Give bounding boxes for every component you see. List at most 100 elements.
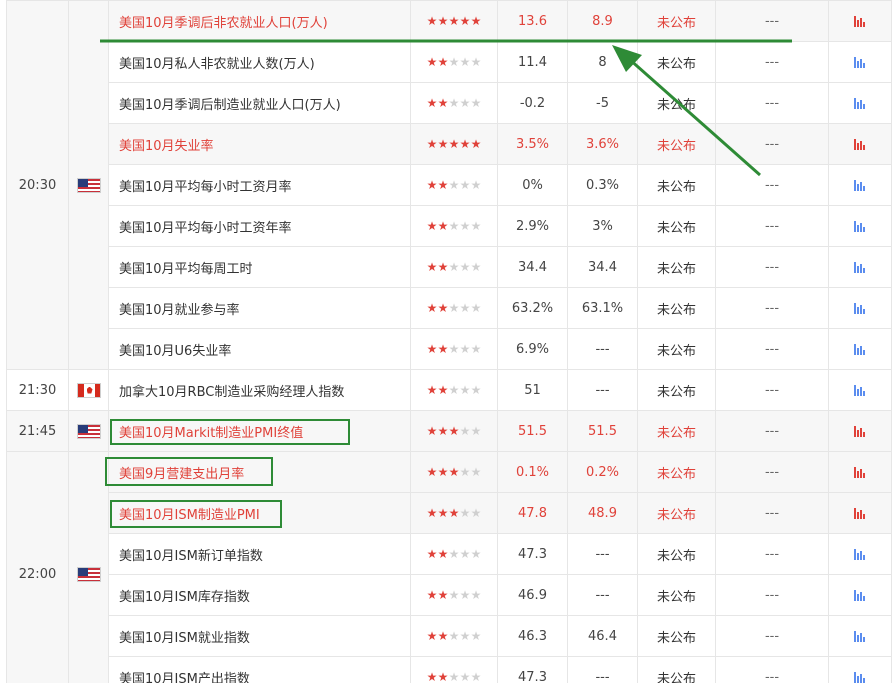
event-name[interactable]: 美国10月ISM产出指数 bbox=[108, 656, 411, 683]
event-name[interactable]: 美国10月ISM新订单指数 bbox=[108, 533, 411, 575]
event-name[interactable]: 美国10月私人非农就业人数(万人) bbox=[108, 41, 411, 83]
chart-cell[interactable] bbox=[828, 287, 892, 329]
star-icon: ★ bbox=[470, 55, 482, 69]
star-icon: ★ bbox=[426, 260, 438, 274]
star-icon: ★ bbox=[459, 465, 471, 479]
event-name[interactable]: 美国10月ISM就业指数 bbox=[108, 615, 411, 657]
event-name[interactable]: 美国10月失业率 bbox=[108, 123, 411, 165]
event-name[interactable]: 美国10月季调后非农就业人口(万人) bbox=[108, 0, 411, 42]
country-flag-cell bbox=[68, 369, 109, 411]
star-icon: ★ bbox=[448, 506, 460, 520]
actual-value: 未公布 bbox=[637, 205, 716, 247]
actual-value: 未公布 bbox=[637, 246, 716, 288]
star-icon: ★ bbox=[470, 547, 482, 561]
previous-value: 6.9% bbox=[497, 328, 568, 370]
bar-chart-icon[interactable] bbox=[854, 261, 866, 273]
country-flag-cell bbox=[68, 410, 109, 452]
previous-value: 47.8 bbox=[497, 492, 568, 534]
impact-value: --- bbox=[715, 328, 829, 370]
bar-chart-icon[interactable] bbox=[854, 179, 866, 191]
bar-chart-icon[interactable] bbox=[854, 302, 866, 314]
chart-cell[interactable] bbox=[828, 451, 892, 493]
chart-cell[interactable] bbox=[828, 328, 892, 370]
importance-stars: ★★★★★ bbox=[410, 656, 498, 683]
star-icon: ★ bbox=[459, 424, 471, 438]
bar-chart-icon[interactable] bbox=[854, 507, 866, 519]
chart-cell[interactable] bbox=[828, 492, 892, 534]
star-icon: ★ bbox=[448, 96, 460, 110]
previous-value: 46.9 bbox=[497, 574, 568, 616]
forecast-value: 51.5 bbox=[567, 410, 638, 452]
table-row: 美国10月平均每周工时 ★★★★★ 34.4 34.4 未公布 --- bbox=[7, 246, 892, 288]
previous-value: 0% bbox=[497, 164, 568, 206]
actual-value: 未公布 bbox=[637, 164, 716, 206]
event-name[interactable]: 加拿大10月RBC制造业采购经理人指数 bbox=[108, 369, 411, 411]
star-icon: ★ bbox=[459, 629, 471, 643]
bar-chart-icon[interactable] bbox=[854, 97, 866, 109]
impact-value: --- bbox=[715, 492, 829, 534]
chart-cell[interactable] bbox=[828, 615, 892, 657]
chart-cell[interactable] bbox=[828, 0, 892, 42]
star-icon: ★ bbox=[459, 588, 471, 602]
importance-stars: ★★★★★ bbox=[410, 205, 498, 247]
bar-chart-icon[interactable] bbox=[854, 138, 866, 150]
table-row: 美国10月ISM新订单指数 ★★★★★ 47.3 --- 未公布 --- bbox=[7, 533, 892, 575]
bar-chart-icon[interactable] bbox=[854, 671, 866, 683]
chart-cell[interactable] bbox=[828, 82, 892, 124]
star-icon: ★ bbox=[470, 465, 482, 479]
impact-value: --- bbox=[715, 410, 829, 452]
canada-flag-icon bbox=[76, 382, 101, 398]
star-icon: ★ bbox=[437, 506, 449, 520]
actual-value: 未公布 bbox=[637, 0, 716, 42]
event-name[interactable]: 美国10月平均每小时工资年率 bbox=[108, 205, 411, 247]
impact-value: --- bbox=[715, 123, 829, 165]
table-row: 美国10月就业参与率 ★★★★★ 63.2% 63.1% 未公布 --- bbox=[7, 287, 892, 329]
chart-cell[interactable] bbox=[828, 410, 892, 452]
chart-cell[interactable] bbox=[828, 656, 892, 683]
event-name[interactable]: 美国10月平均每周工时 bbox=[108, 246, 411, 288]
chart-cell[interactable] bbox=[828, 533, 892, 575]
actual-value: 未公布 bbox=[637, 328, 716, 370]
table-row: 20:30 美国10月季调后非农就业人口(万人) ★★★★★ 13.6 8.9 未公布 --… bbox=[6, 0, 892, 370]
impact-value: --- bbox=[715, 41, 829, 83]
bar-chart-icon[interactable] bbox=[854, 466, 866, 478]
event-name[interactable]: 美国10月U6失业率 bbox=[108, 328, 411, 370]
chart-cell[interactable] bbox=[828, 205, 892, 247]
bar-chart-icon[interactable] bbox=[854, 220, 866, 232]
chart-cell[interactable] bbox=[828, 41, 892, 83]
event-name[interactable]: 美国10月就业参与率 bbox=[108, 287, 411, 329]
importance-stars: ★★★★★ bbox=[410, 246, 498, 288]
star-icon: ★ bbox=[470, 301, 482, 315]
bar-chart-icon[interactable] bbox=[854, 425, 866, 437]
bar-chart-icon[interactable] bbox=[854, 56, 866, 68]
star-icon: ★ bbox=[426, 14, 438, 28]
chart-cell[interactable] bbox=[828, 369, 892, 411]
event-name[interactable]: 美国10月平均每小时工资月率 bbox=[108, 164, 411, 206]
bar-chart-icon[interactable] bbox=[854, 384, 866, 396]
event-name[interactable]: 美国10月季调后制造业就业人口(万人) bbox=[108, 82, 411, 124]
chart-cell[interactable] bbox=[828, 246, 892, 288]
importance-stars: ★★★★★ bbox=[410, 492, 498, 534]
star-icon: ★ bbox=[448, 301, 460, 315]
star-icon: ★ bbox=[437, 383, 449, 397]
star-icon: ★ bbox=[426, 219, 438, 233]
star-icon: ★ bbox=[437, 137, 449, 151]
chart-cell[interactable] bbox=[828, 574, 892, 616]
annotation-box-ism-pmi bbox=[110, 500, 282, 528]
impact-value: --- bbox=[715, 287, 829, 329]
bar-chart-icon[interactable] bbox=[854, 15, 866, 27]
importance-stars: ★★★★★ bbox=[410, 615, 498, 657]
event-time: 21:30 bbox=[6, 369, 69, 411]
bar-chart-icon[interactable] bbox=[854, 343, 866, 355]
event-name[interactable]: 美国10月ISM库存指数 bbox=[108, 574, 411, 616]
bar-chart-icon[interactable] bbox=[854, 548, 866, 560]
chart-cell[interactable] bbox=[828, 164, 892, 206]
importance-stars: ★★★★★ bbox=[410, 451, 498, 493]
chart-cell[interactable] bbox=[828, 123, 892, 165]
forecast-value: --- bbox=[567, 533, 638, 575]
forecast-value: --- bbox=[567, 656, 638, 683]
bar-chart-icon[interactable] bbox=[854, 589, 866, 601]
bar-chart-icon[interactable] bbox=[854, 630, 866, 642]
previous-value: 0.1% bbox=[497, 451, 568, 493]
event-time: 22:00 bbox=[6, 451, 69, 683]
